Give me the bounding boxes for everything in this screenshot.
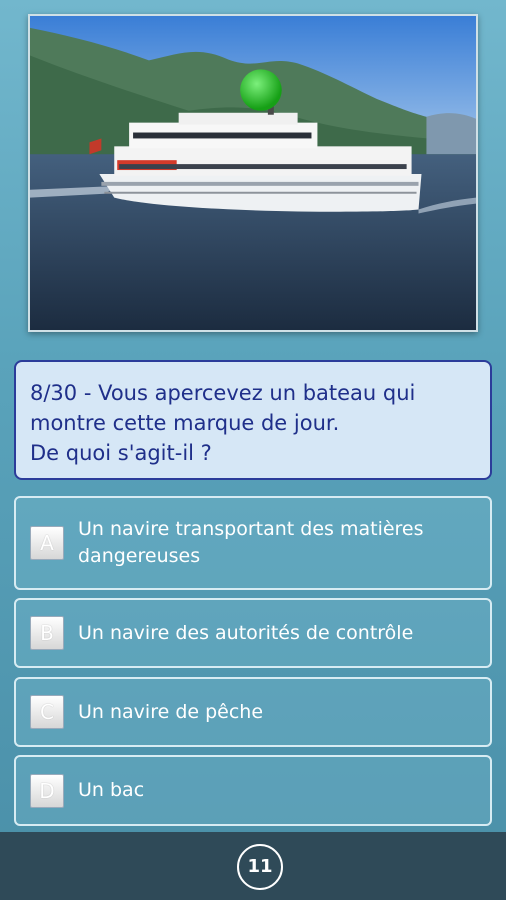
answer-text-a: Un navire transportant des matières dang… xyxy=(78,518,424,567)
answer-text-d: Un bac xyxy=(78,779,145,801)
boat-photo xyxy=(30,16,476,330)
answer-text-c: Un navire de pêche xyxy=(78,700,264,723)
answer-option-b[interactable]: B Un navire des autorités de contrôle xyxy=(14,598,492,668)
question-image xyxy=(28,14,478,332)
answer-letter-d: D xyxy=(30,773,64,808)
question-card: 8/30 - Vous apercevez un bateau qui mont… xyxy=(14,360,492,480)
counter-badge[interactable]: 11 xyxy=(237,844,283,890)
answer-letter-a: A xyxy=(30,526,64,560)
question-text: 8/30 - Vous apercevez un bateau qui mont… xyxy=(30,381,416,465)
answer-option-a[interactable]: A Un navire transportant des matières da… xyxy=(14,496,492,590)
answer-option-c[interactable]: C Un navire de pêche xyxy=(14,677,492,747)
answer-letter-b: B xyxy=(30,616,64,650)
answer-option-d[interactable]: D Un bac xyxy=(14,755,492,826)
answer-text-b: Un navire des autorités de contrôle xyxy=(78,621,414,644)
answer-letter-c: C xyxy=(30,695,64,729)
bottom-bar: 11 xyxy=(0,832,506,900)
